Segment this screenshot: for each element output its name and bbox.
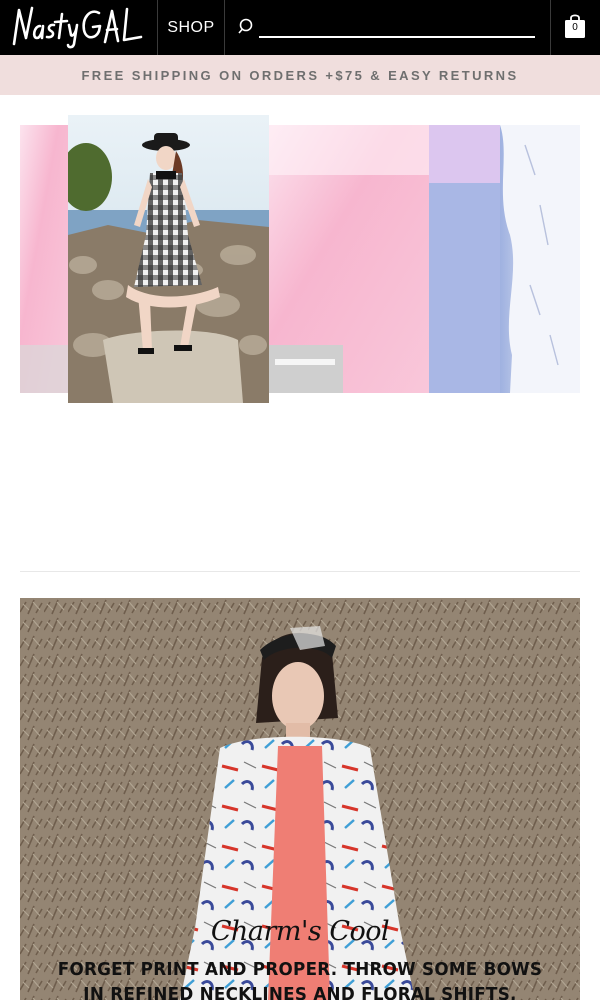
site-header: SHOP 0 xyxy=(0,0,600,55)
promo-text: FREE SHIPPING ON ORDERS +$75 & EASY RETU… xyxy=(81,67,519,83)
shopping-bag-button[interactable]: 0 xyxy=(563,13,587,39)
model-photo xyxy=(68,115,269,403)
logo-wordmark xyxy=(12,6,143,49)
header-divider xyxy=(224,0,225,55)
promo-banner[interactable]: FREE SHIPPING ON ORDERS +$75 & EASY RETU… xyxy=(0,55,600,95)
shop-menu-button[interactable]: SHOP xyxy=(158,0,224,55)
cart-count: 0 xyxy=(572,22,578,33)
search-input[interactable] xyxy=(259,14,535,38)
editorial-title: Charm's Cool xyxy=(210,916,390,947)
editorial-copy: FORGET PRINT AND PROPER. THROW SOME BOWS… xyxy=(57,959,543,1000)
hero-banner[interactable] xyxy=(20,115,580,405)
section-divider xyxy=(20,571,580,572)
header-divider xyxy=(550,0,551,55)
search-icon[interactable] xyxy=(238,17,256,35)
nasty-gal-logo[interactable] xyxy=(10,4,150,50)
